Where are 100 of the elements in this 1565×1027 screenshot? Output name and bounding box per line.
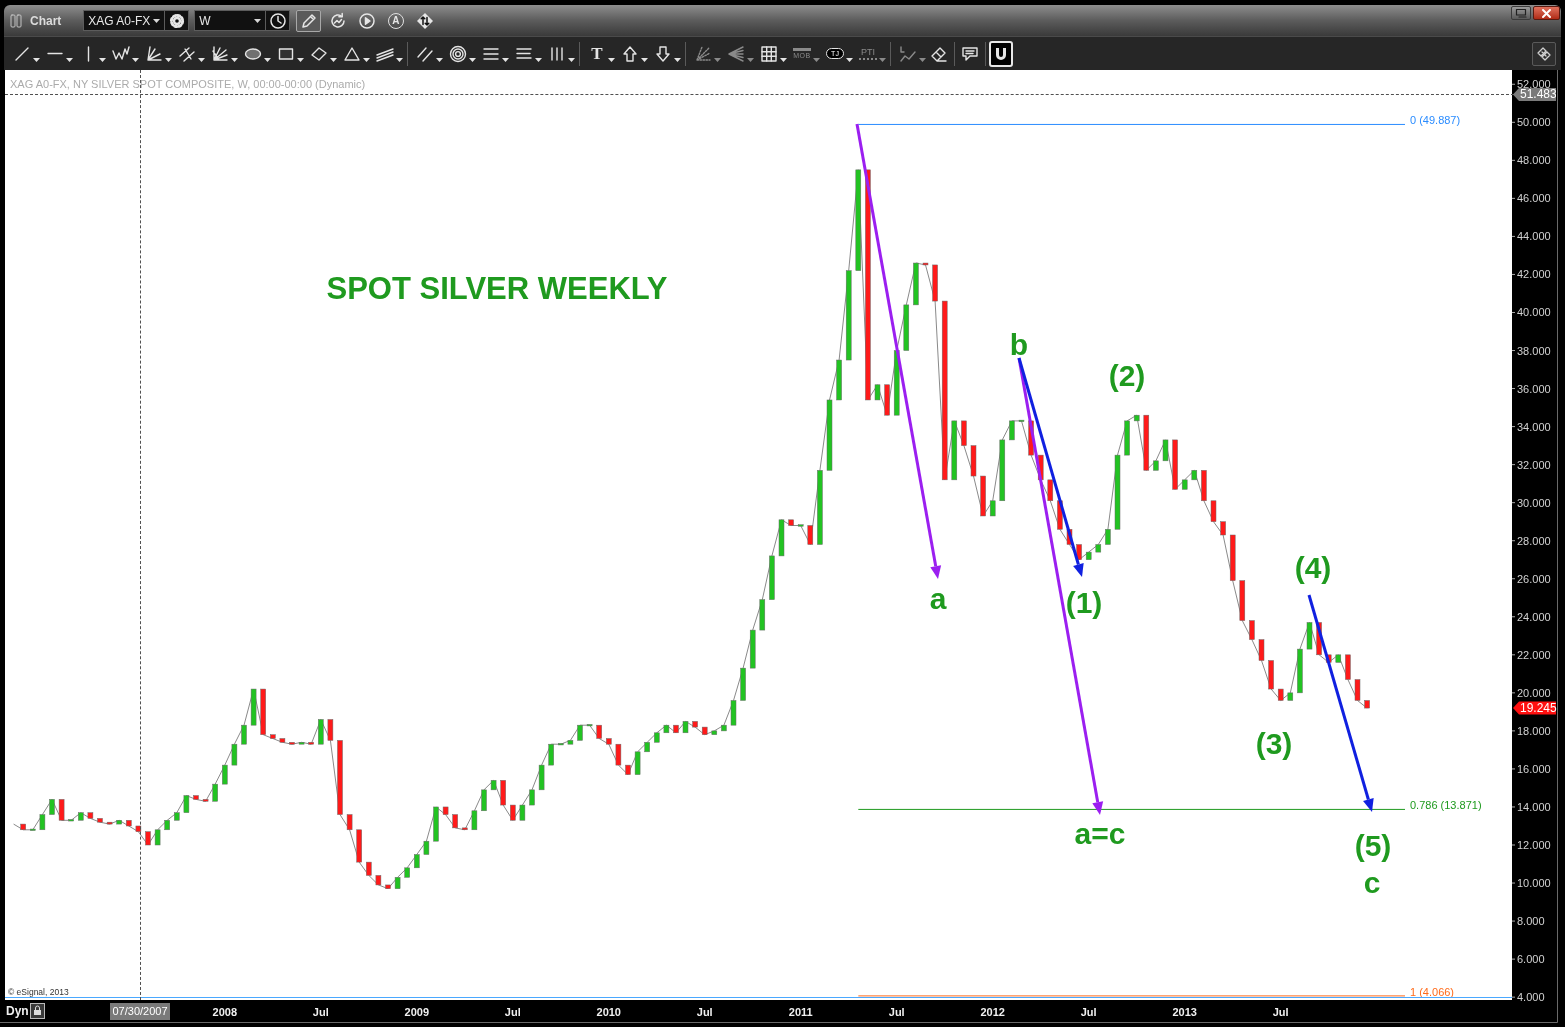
close-button[interactable] <box>1533 6 1560 20</box>
axis-label: 32.000 <box>1517 458 1551 471</box>
dotted-fan-lines-icon <box>694 44 712 63</box>
axis-label: 22.000 <box>1517 648 1551 661</box>
crosshair-date-label: 07/30/2007 <box>110 1003 170 1020</box>
candle <box>49 799 55 815</box>
candle <box>250 688 257 726</box>
comment-icon <box>961 44 979 63</box>
candle <box>298 742 305 745</box>
candle <box>1028 420 1034 456</box>
candle <box>913 262 919 306</box>
circled-letter-button[interactable]: A <box>383 9 409 32</box>
candle <box>385 884 391 889</box>
arrow-lines-icon <box>727 44 745 63</box>
candle <box>711 730 718 735</box>
candle <box>644 742 650 753</box>
copyright-text: © eSignal, 2013 <box>8 987 69 997</box>
candle <box>68 819 74 822</box>
axis-label: Jul <box>1272 1006 1289 1018</box>
candle <box>788 519 794 526</box>
last-price-label: 19.245 <box>1513 701 1557 716</box>
horizontal-line-icon <box>47 52 63 55</box>
caret-icon <box>153 18 161 23</box>
candle <box>778 519 785 557</box>
candle <box>481 789 487 811</box>
candle <box>500 780 506 806</box>
wave-label: b <box>1009 327 1029 361</box>
magnet-tool-button[interactable] <box>989 40 1013 67</box>
candle <box>529 789 535 806</box>
crossed-lines-icon <box>178 44 196 63</box>
axis-label: 38.000 <box>1517 344 1551 357</box>
link-button[interactable] <box>1532 41 1556 66</box>
axis-label: 50.000 <box>1517 116 1551 129</box>
candle <box>1105 529 1111 545</box>
candle <box>903 304 910 351</box>
candle <box>692 721 698 728</box>
candle <box>634 751 641 775</box>
axis-label: 6.000 <box>1517 953 1545 966</box>
mode-label: Dyn <box>6 1004 29 1018</box>
symbol-dropdown[interactable]: XAG A0-FX <box>83 10 166 31</box>
axis-label: 18.000 <box>1517 724 1551 737</box>
candle <box>1057 500 1063 530</box>
axis-label: Jul <box>504 1006 521 1018</box>
candle <box>1037 454 1044 481</box>
candle <box>1268 660 1274 690</box>
candle <box>836 359 842 401</box>
candle <box>586 724 593 727</box>
wave-label: (2) <box>1108 358 1146 392</box>
candle <box>375 875 382 886</box>
candle <box>538 764 545 791</box>
candle <box>174 812 180 821</box>
level-label: 0 (49.887) <box>1410 114 1461 127</box>
fan-lines-icon <box>145 44 163 63</box>
axis-label: Jul <box>312 1006 329 1018</box>
candle <box>231 743 238 766</box>
candle <box>1316 622 1322 656</box>
axis-label: 34.000 <box>1517 420 1551 433</box>
candle <box>615 743 622 766</box>
restore-button[interactable] <box>1511 6 1531 20</box>
axis-label: 12.000 <box>1517 839 1551 851</box>
candle <box>145 831 151 846</box>
candle <box>874 384 881 401</box>
candle <box>797 524 804 527</box>
lock-icon[interactable] <box>30 1003 45 1019</box>
axis-label: 8.000 <box>1517 915 1545 928</box>
candle <box>1335 654 1342 663</box>
candle <box>970 445 977 477</box>
pencil-button[interactable] <box>296 9 322 32</box>
wave-label: (1) <box>1065 585 1103 619</box>
candle <box>1210 500 1217 522</box>
axis-label: 36.000 <box>1517 382 1551 395</box>
fan-grid-icon <box>211 44 229 63</box>
wave-label: a <box>929 581 947 615</box>
candle <box>462 827 468 831</box>
candle <box>135 825 142 832</box>
clock-button[interactable] <box>266 10 291 31</box>
text-tool-button[interactable]: T <box>583 40 616 67</box>
candle <box>164 820 170 831</box>
axis-label: 46.000 <box>1517 192 1551 205</box>
vertical-lines-icon <box>548 44 566 63</box>
crosshair-price-label: 51.483 <box>1513 88 1556 101</box>
restore-icon <box>1515 8 1527 18</box>
settings-button[interactable] <box>165 10 190 31</box>
candle <box>1124 420 1130 456</box>
axis-label: 4.000 <box>1517 991 1545 1004</box>
axis-label: 2013 <box>1172 1006 1197 1018</box>
candle <box>1172 439 1178 490</box>
candle <box>39 814 46 831</box>
interval-dropdown[interactable]: W <box>194 10 267 31</box>
candle <box>596 724 602 739</box>
wave-label: c <box>1363 865 1381 899</box>
candle <box>87 812 94 819</box>
candle <box>452 814 458 829</box>
candle <box>490 780 497 791</box>
axis-label: 2009 <box>404 1006 430 1018</box>
wave-label: (4) <box>1294 550 1332 584</box>
wave-label: (5) <box>1354 828 1392 862</box>
candle <box>270 734 276 739</box>
candle <box>884 384 890 416</box>
clock-icon <box>268 11 287 30</box>
